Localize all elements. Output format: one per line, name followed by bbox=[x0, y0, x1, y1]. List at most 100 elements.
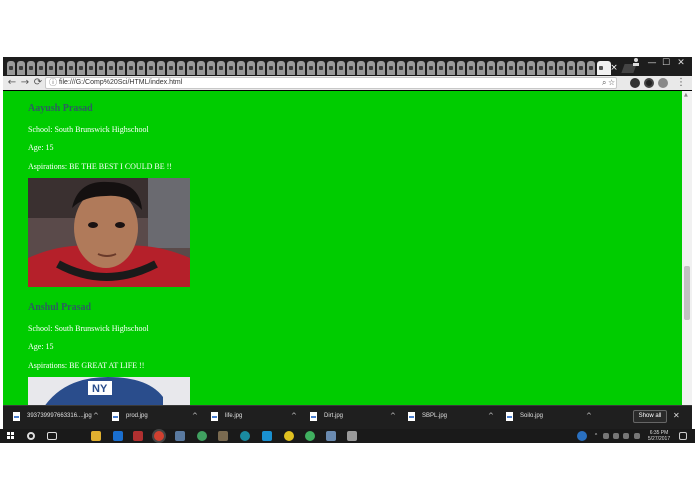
windows-start-icon[interactable] bbox=[7, 432, 15, 440]
app-icon-1[interactable] bbox=[133, 431, 143, 441]
scroll-thumb[interactable] bbox=[684, 266, 690, 320]
browser-tab[interactable] bbox=[557, 61, 565, 75]
browser-tab[interactable] bbox=[47, 61, 55, 75]
chrome-icon[interactable] bbox=[154, 431, 164, 441]
close-window-button[interactable]: ✕ bbox=[674, 57, 688, 69]
tray-chevron-icon[interactable]: ^ bbox=[592, 433, 600, 439]
app-icon-5[interactable] bbox=[240, 431, 250, 441]
network-icon[interactable] bbox=[613, 433, 619, 439]
browser-tab[interactable] bbox=[17, 61, 25, 75]
browser-tab[interactable] bbox=[407, 61, 415, 75]
back-button[interactable]: ← bbox=[6, 77, 18, 89]
app-icon-4[interactable] bbox=[218, 431, 228, 441]
browser-tab[interactable] bbox=[487, 61, 495, 75]
search-icon[interactable] bbox=[27, 432, 35, 440]
browser-tab[interactable] bbox=[457, 61, 465, 75]
browser-tab[interactable] bbox=[127, 61, 135, 75]
browser-tab[interactable] bbox=[107, 61, 115, 75]
close-downloads-bar-icon[interactable]: ✕ bbox=[673, 411, 680, 421]
download-menu-chevron-icon[interactable]: ^ bbox=[291, 412, 297, 421]
minimize-button[interactable]: — bbox=[645, 57, 659, 69]
extension-icon-3[interactable] bbox=[658, 78, 668, 88]
page-scrollbar[interactable]: ▲ bbox=[682, 91, 692, 405]
browser-tab[interactable] bbox=[507, 61, 515, 75]
scroll-up-arrow-icon[interactable]: ▲ bbox=[684, 92, 688, 98]
download-menu-chevron-icon[interactable]: ^ bbox=[586, 412, 592, 421]
skype-icon[interactable] bbox=[262, 431, 272, 441]
browser-tab[interactable] bbox=[137, 61, 145, 75]
browser-tab[interactable] bbox=[97, 61, 105, 75]
browser-tab[interactable] bbox=[467, 61, 475, 75]
browser-menu-icon[interactable]: ⋮ bbox=[675, 77, 687, 89]
browser-tab[interactable] bbox=[277, 61, 285, 75]
action-center-icon[interactable] bbox=[679, 432, 687, 440]
browser-tab[interactable] bbox=[7, 61, 15, 75]
download-item[interactable]: prod.jpg ^ bbox=[112, 409, 204, 427]
browser-tab[interactable] bbox=[297, 61, 305, 75]
volume-icon[interactable] bbox=[623, 433, 629, 439]
file-explorer-icon[interactable] bbox=[91, 431, 101, 441]
app-icon-3[interactable] bbox=[197, 431, 207, 441]
browser-tab[interactable] bbox=[157, 61, 165, 75]
show-all-downloads-button[interactable]: Show all bbox=[633, 410, 667, 423]
url-text[interactable]: file:///G:/Comp%20Sci/HTML/index.html bbox=[59, 78, 182, 88]
tray-app-icon[interactable] bbox=[577, 431, 587, 441]
browser-tab[interactable] bbox=[547, 61, 555, 75]
browser-tab[interactable] bbox=[537, 61, 545, 75]
browser-tab[interactable] bbox=[527, 61, 535, 75]
tab-close-icon[interactable]: × bbox=[609, 63, 619, 73]
browser-tab[interactable] bbox=[67, 61, 75, 75]
browser-tab[interactable] bbox=[87, 61, 95, 75]
browser-tab[interactable] bbox=[357, 61, 365, 75]
browser-tab[interactable] bbox=[57, 61, 65, 75]
download-item[interactable]: 393739997663316....jpg ^ bbox=[13, 409, 105, 427]
photos-icon[interactable] bbox=[326, 431, 336, 441]
battery-icon[interactable] bbox=[603, 433, 609, 439]
browser-tab[interactable] bbox=[367, 61, 375, 75]
browser-tab[interactable] bbox=[177, 61, 185, 75]
browser-tab[interactable] bbox=[227, 61, 235, 75]
download-item[interactable]: SBPL.jpg ^ bbox=[408, 409, 500, 427]
extension-icon-1[interactable] bbox=[630, 78, 640, 88]
browser-tab[interactable] bbox=[147, 61, 155, 75]
browser-tab[interactable] bbox=[497, 61, 505, 75]
browser-tab[interactable] bbox=[247, 61, 255, 75]
browser-tab[interactable] bbox=[77, 61, 85, 75]
browser-tab[interactable] bbox=[267, 61, 275, 75]
extension-icon-2[interactable] bbox=[644, 78, 654, 88]
address-bar[interactable]: ⓘ file:///G:/Comp%20Sci/HTML/index.html … bbox=[45, 77, 617, 89]
download-menu-chevron-icon[interactable]: ^ bbox=[390, 412, 396, 421]
browser-tab[interactable] bbox=[217, 61, 225, 75]
download-item[interactable]: Soilo.jpg ^ bbox=[506, 409, 598, 427]
app-icon-8[interactable] bbox=[347, 431, 357, 441]
browser-tab[interactable] bbox=[27, 61, 35, 75]
browser-tab[interactable] bbox=[577, 61, 585, 75]
info-icon[interactable]: ⓘ bbox=[49, 78, 57, 88]
download-item[interactable]: Dirt.jpg ^ bbox=[310, 409, 402, 427]
browser-tab[interactable] bbox=[117, 61, 125, 75]
browser-tab[interactable] bbox=[237, 61, 245, 75]
download-item[interactable]: life.jpg ^ bbox=[211, 409, 303, 427]
browser-tab[interactable] bbox=[287, 61, 295, 75]
zoom-icon[interactable]: ⌕ bbox=[602, 78, 606, 88]
browser-tab[interactable] bbox=[377, 61, 385, 75]
browser-tab[interactable] bbox=[317, 61, 325, 75]
browser-tab[interactable] bbox=[427, 61, 435, 75]
browser-tab[interactable] bbox=[477, 61, 485, 75]
browser-tab[interactable] bbox=[257, 61, 265, 75]
browser-tab[interactable] bbox=[207, 61, 215, 75]
language-icon[interactable] bbox=[634, 433, 640, 439]
browser-tab[interactable] bbox=[587, 61, 595, 75]
download-menu-chevron-icon[interactable]: ^ bbox=[192, 412, 198, 421]
browser-tab[interactable] bbox=[167, 61, 175, 75]
user-profile-icon[interactable] bbox=[629, 57, 643, 69]
browser-tab[interactable] bbox=[437, 61, 445, 75]
clock-date[interactable]: 5/27/2017 bbox=[646, 436, 672, 442]
browser-tab[interactable] bbox=[187, 61, 195, 75]
browser-tab[interactable] bbox=[387, 61, 395, 75]
browser-tab[interactable] bbox=[307, 61, 315, 75]
app-icon-2[interactable] bbox=[175, 431, 185, 441]
browser-tab[interactable] bbox=[517, 61, 525, 75]
edge-icon[interactable] bbox=[113, 431, 123, 441]
browser-tab[interactable] bbox=[447, 61, 455, 75]
